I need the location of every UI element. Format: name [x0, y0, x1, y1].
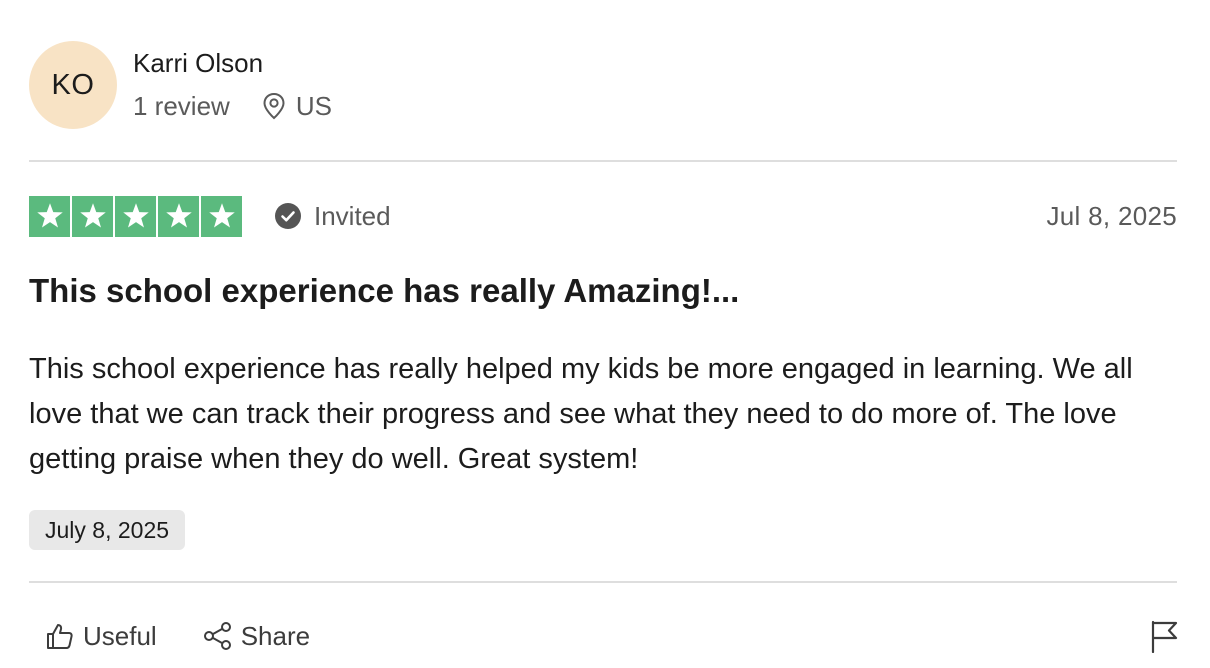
divider [29, 581, 1177, 583]
share-button[interactable]: Share [187, 614, 326, 658]
useful-button[interactable]: Useful [29, 614, 173, 658]
star-2 [72, 195, 113, 237]
share-icon [203, 622, 231, 650]
review-card: KO Karri Olson 1 review US Invited Jul 8… [0, 0, 1210, 668]
star-1 [29, 195, 70, 237]
divider [29, 160, 1177, 162]
star-5 [201, 195, 242, 237]
verification-badge[interactable]: Invited [274, 201, 391, 232]
review-date: Jul 8, 2025 [1046, 200, 1177, 231]
star-icon [122, 203, 149, 228]
star-3 [115, 195, 156, 237]
reviewer-location: US [262, 92, 332, 120]
review-actions: Useful Share [29, 614, 1179, 658]
review-count: 1 review [133, 90, 230, 121]
flag-icon [1151, 620, 1178, 653]
check-circle-icon [275, 203, 301, 229]
share-label: Share [240, 620, 311, 651]
avatar[interactable]: KO [29, 41, 117, 129]
star-icon [79, 203, 106, 228]
useful-label: Useful [83, 620, 157, 651]
reviewer-header: KO Karri Olson 1 review US [29, 41, 332, 129]
star-4 [158, 195, 199, 237]
star-icon [208, 203, 235, 228]
star-rating [29, 195, 242, 237]
location-pin-icon [263, 92, 285, 119]
report-button[interactable] [1149, 614, 1179, 658]
reviewer-name[interactable]: Karri Olson [133, 50, 332, 76]
reviewer-country: US [295, 90, 332, 121]
reviewer-details: 1 review US [133, 92, 332, 120]
star-icon [36, 203, 63, 228]
thumbs-up-icon [47, 624, 73, 649]
reviewer-meta: Karri Olson 1 review US [133, 50, 332, 120]
experience-date-chip: July 8, 2025 [29, 510, 186, 550]
review-body: This school experience has really helped… [29, 353, 1133, 475]
verification-label: Invited [314, 200, 391, 231]
star-icon [165, 203, 192, 228]
review-title[interactable]: This school experience has really Amazin… [29, 272, 739, 310]
rating-row: Invited Jul 8, 2025 [29, 195, 1177, 237]
